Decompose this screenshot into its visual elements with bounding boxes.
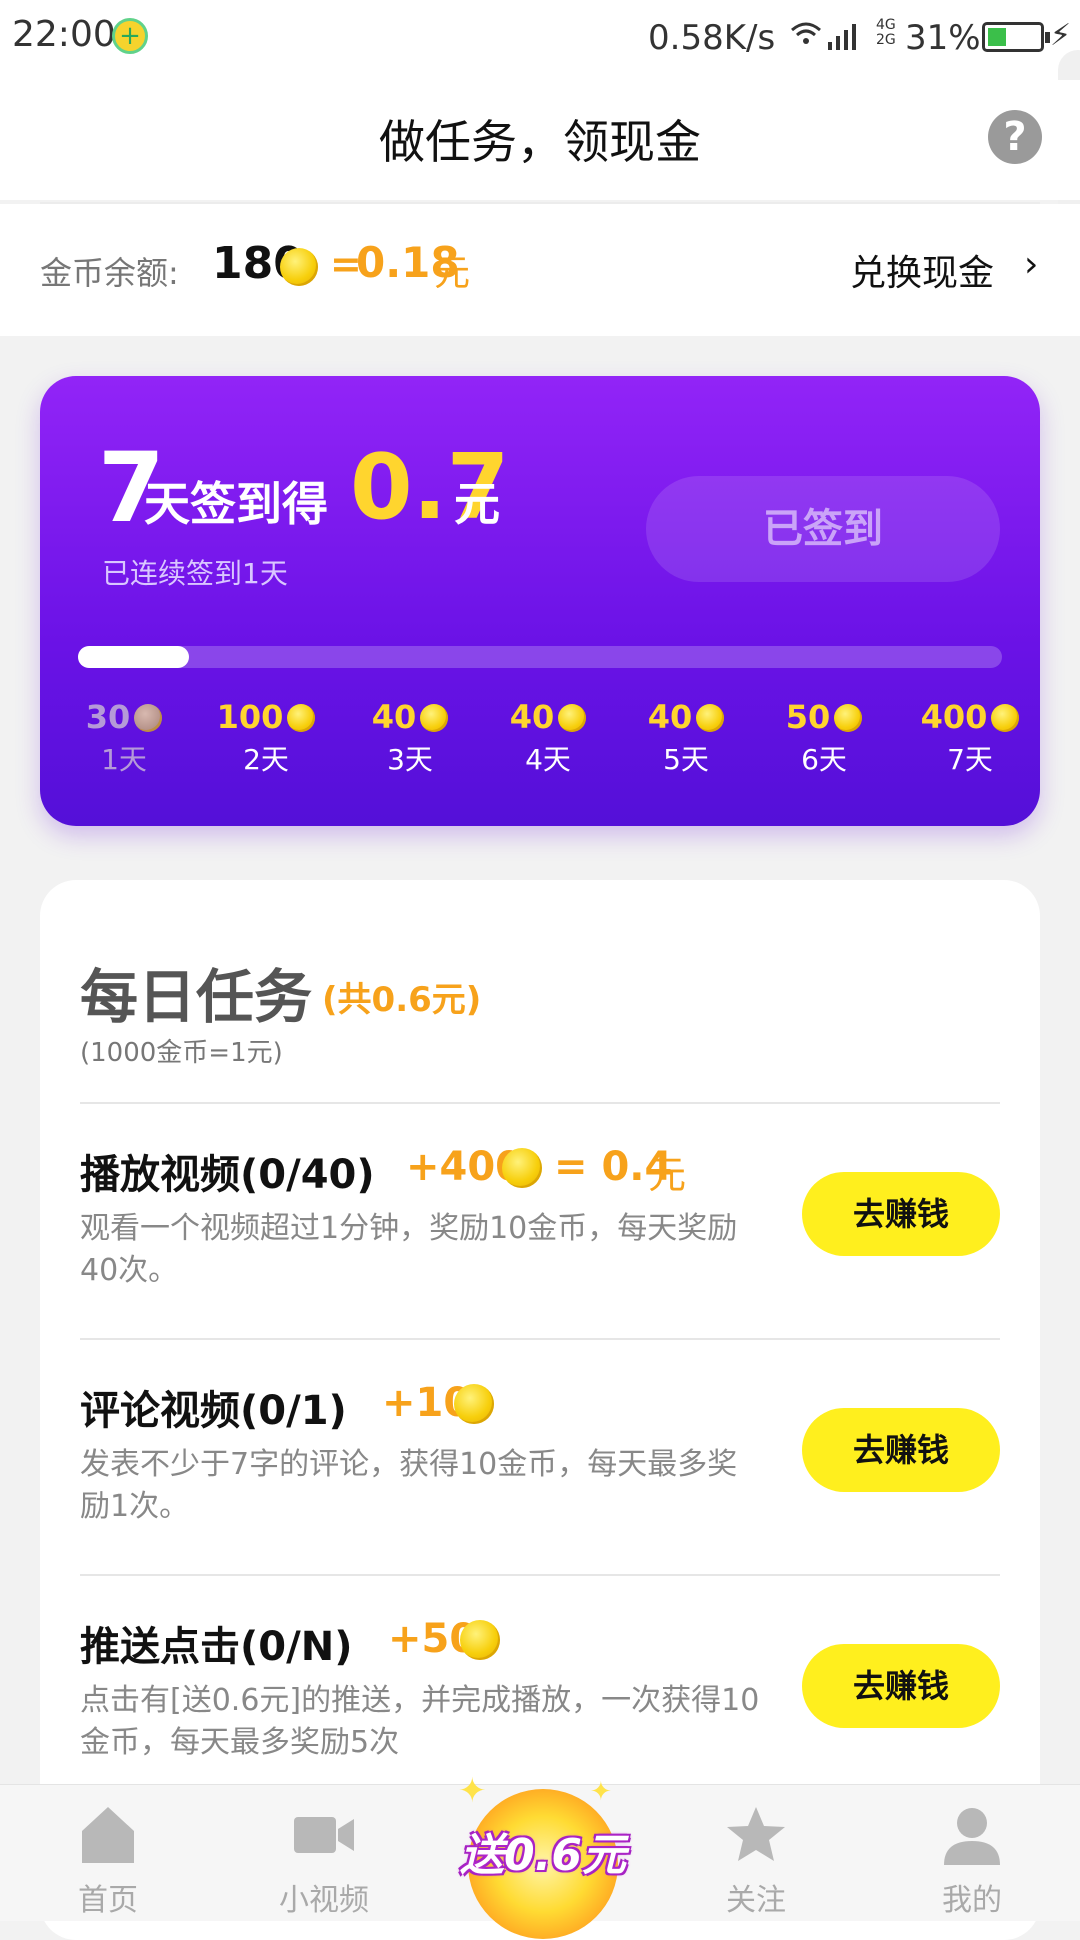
tab-label: 小视频 <box>279 1883 369 1918</box>
coin-icon <box>287 704 316 732</box>
sign-in-day-4: 40 4天 <box>492 698 604 778</box>
coin-icon <box>991 704 1020 732</box>
coin-balance-row: 金币余额: 180 = 0.18 元 兑换现金 › <box>0 204 1080 336</box>
day-coins: 400 <box>920 698 988 736</box>
sign-in-day-7: 400 7天 <box>914 698 1026 778</box>
bottom-tab-bar: 首页 小视频 ✦ ✦ 送0.6元 关注 我的 <box>0 1771 1080 1939</box>
sign-in-day-3: 40 3天 <box>354 698 466 778</box>
sign-in-day-1: 30 1天 <box>68 698 180 778</box>
tab-short-video[interactable]: 小视频 <box>254 1803 394 1919</box>
chevron-right-icon[interactable]: › <box>1024 244 1038 285</box>
sign-in-title: 天签到得 <box>144 477 328 531</box>
task-description: 发表不少于7字的评论，获得10金币，每天最多奖励1次。 <box>80 1447 738 1524</box>
sign-in-reward-unit: 元 <box>454 477 500 531</box>
home-icon <box>38 1803 178 1873</box>
sign-in-day-5: 40 5天 <box>630 698 742 778</box>
tab-label: 我的 <box>942 1883 1002 1918</box>
earn-button[interactable]: 去赚钱 <box>802 1172 1000 1256</box>
sign-in-day-6: 50 6天 <box>768 698 880 778</box>
sign-in-day-2: 100 2天 <box>210 698 322 778</box>
day-coins: 40 <box>647 698 693 736</box>
tab-label: 关注 <box>726 1883 786 1918</box>
task-description: 观看一个视频超过1分钟，奖励10金币，每天奖励40次。 <box>80 1211 738 1288</box>
exchange-cash-link[interactable]: 兑换现金 <box>850 244 994 296</box>
day-coins: 30 <box>85 698 131 736</box>
sign-in-card: 7 天签到得 0.7 元 已连续签到1天 已签到 30 1天 100 2天 40 3天 40… <box>40 376 1040 826</box>
network-speed: 0.58K/s <box>648 18 776 58</box>
sign-in-progress-fill <box>78 646 189 668</box>
balance-unit: 元 <box>434 253 471 294</box>
help-icon[interactable]: ? <box>988 110 1042 164</box>
coin-icon <box>134 704 163 732</box>
coin-icon <box>280 248 318 286</box>
app-notification-icon: + <box>112 18 148 54</box>
battery-percent: 31% <box>905 18 981 58</box>
charging-icon: ⚡ <box>1050 18 1072 53</box>
signed-in-button[interactable]: 已签到 <box>646 476 1000 582</box>
coin-icon <box>420 704 449 732</box>
status-time: 22:00 <box>12 14 116 55</box>
day-label: 6天 <box>801 743 847 776</box>
coin-icon <box>454 1384 494 1424</box>
day-label: 5天 <box>663 743 709 776</box>
task-name: 播放视频(0/40) <box>80 1152 375 1198</box>
day-coins: 40 <box>509 698 555 736</box>
task-name: 评论视频(0/1) <box>80 1388 347 1434</box>
day-coins: 50 <box>785 698 831 736</box>
sign-in-streak: 已连续签到1天 <box>102 557 288 590</box>
divider <box>80 1574 1000 1576</box>
day-label: 7天 <box>947 743 993 776</box>
daily-tasks-title: 每日任务 <box>80 963 313 1031</box>
task-description: 点击有[送0.6元]的推送，并完成播放，一次获得10金币，每天最多奖励5次 <box>80 1683 760 1760</box>
wifi-signal-icon <box>788 18 868 62</box>
tab-me[interactable]: 我的 <box>902 1803 1042 1919</box>
page-header: 做任务，领现金 ? <box>0 80 1080 200</box>
daily-tasks-total: (共0.6元) <box>322 980 482 1020</box>
task-name: 推送点击(0/N) <box>80 1624 353 1670</box>
day-coins: 40 <box>371 698 417 736</box>
page-title: 做任务，领现金 <box>379 115 701 169</box>
day-label: 3天 <box>387 743 433 776</box>
person-icon <box>902 1803 1042 1873</box>
promo-label: 送0.6元 <box>460 1830 626 1881</box>
sparkle-icon: ✦ <box>590 1777 612 1807</box>
video-camera-icon <box>254 1803 394 1873</box>
sign-in-progress-bar <box>78 646 1002 668</box>
promo-cash-button[interactable]: ✦ ✦ 送0.6元 <box>458 1771 628 1939</box>
day-coins: 100 <box>216 698 284 736</box>
balance-label: 金币余额: <box>40 254 179 292</box>
earn-button[interactable]: 去赚钱 <box>802 1644 1000 1728</box>
star-icon <box>686 1803 826 1873</box>
earn-button[interactable]: 去赚钱 <box>802 1408 1000 1492</box>
status-bar: 22:00 + 0.58K/s 4G 2G 31% ⚡ <box>0 0 1080 80</box>
network-type: 4G 2G <box>876 17 896 48</box>
coin-icon <box>696 704 725 732</box>
day-label: 2天 <box>243 743 289 776</box>
tab-home[interactable]: 首页 <box>38 1803 178 1919</box>
coin-icon <box>460 1620 500 1660</box>
divider <box>80 1338 1000 1340</box>
battery-icon <box>982 22 1050 52</box>
coin-icon <box>502 1148 542 1188</box>
coin-icon <box>558 704 587 732</box>
tab-label: 首页 <box>78 1883 138 1918</box>
task-reward-unit: 元 <box>648 1153 687 1197</box>
coin-icon <box>834 704 863 732</box>
tab-follow[interactable]: 关注 <box>686 1803 826 1919</box>
day-label: 1天 <box>101 743 147 776</box>
coin-rate-note: (1000金币=1元) <box>80 1038 283 1068</box>
sparkle-icon: ✦ <box>458 1771 487 1811</box>
day-label: 4天 <box>525 743 571 776</box>
divider <box>80 1102 1000 1104</box>
